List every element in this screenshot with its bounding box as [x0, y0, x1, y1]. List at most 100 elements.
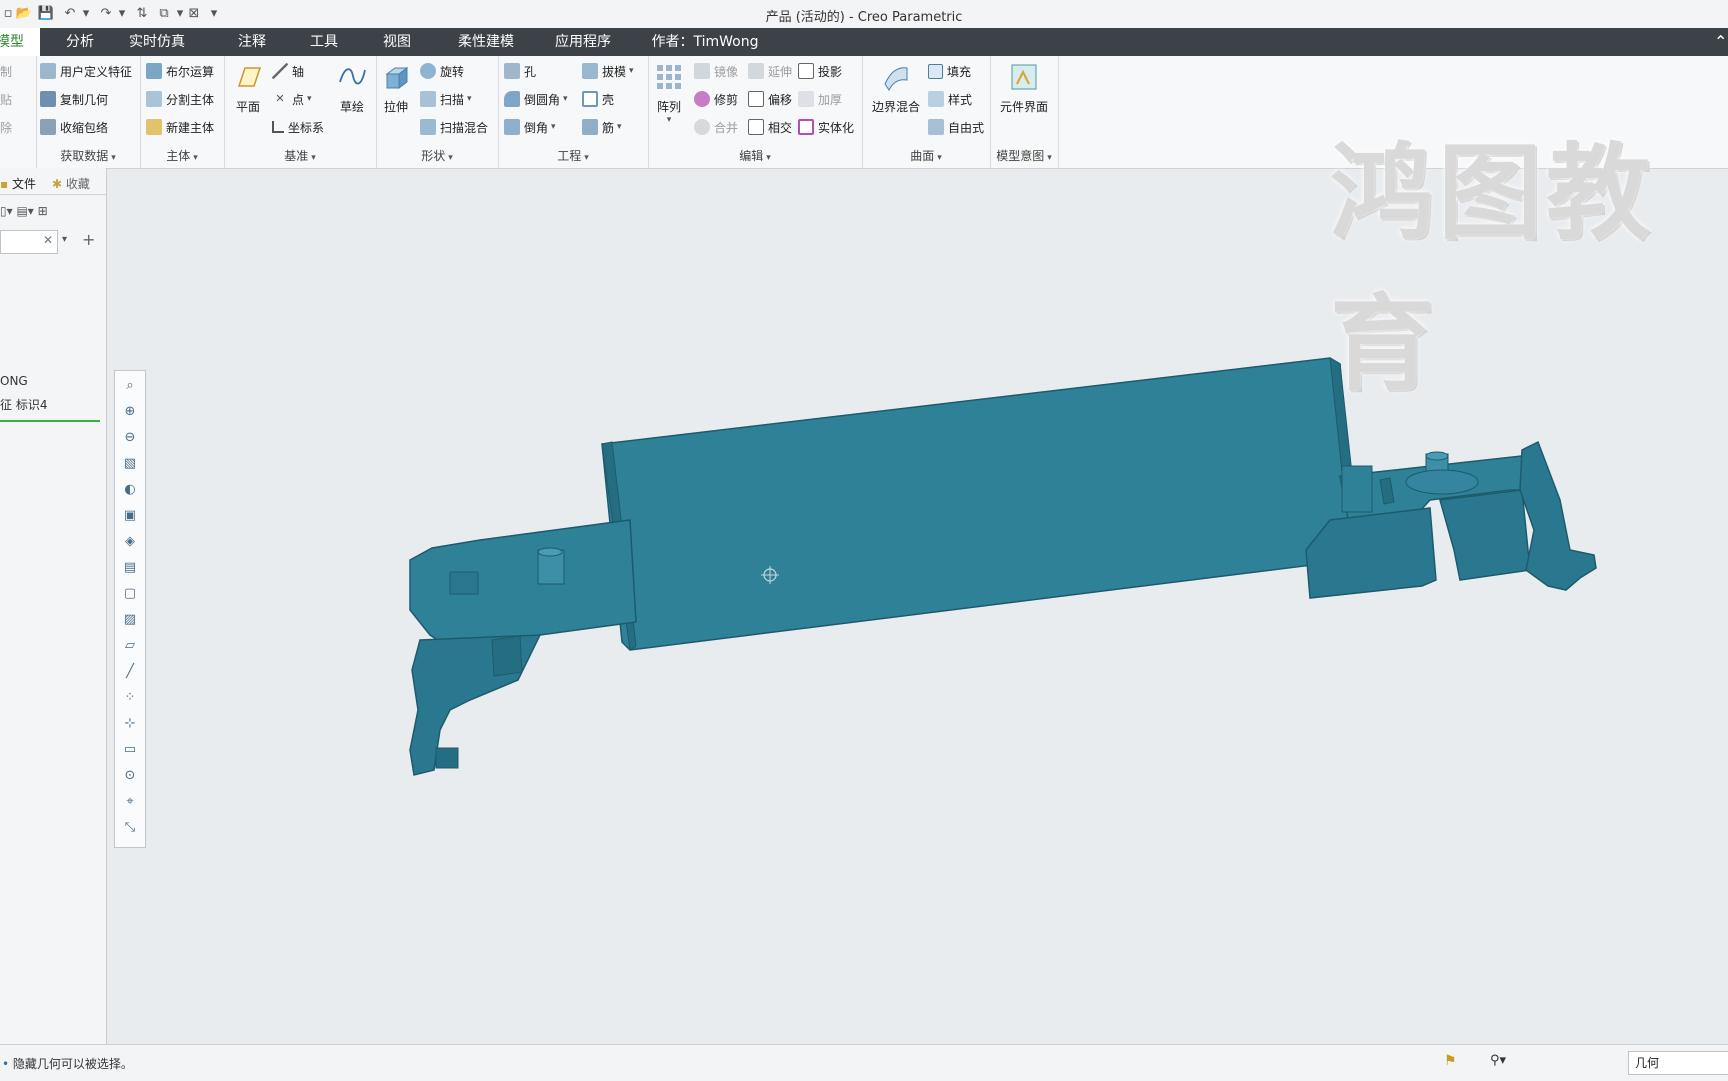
tab-live-simulation[interactable]: 实时仿真 — [122, 28, 192, 56]
project-button[interactable]: 投影 — [798, 60, 842, 82]
extend-icon — [748, 63, 764, 79]
window-title: 产品 (活动的) - Creo Parametric — [765, 10, 963, 25]
axis-display-icon[interactable]: ╱ — [121, 663, 139, 681]
zoom-in-icon[interactable]: ⊕ — [121, 403, 139, 421]
offset-button[interactable]: 偏移 — [748, 88, 792, 110]
tab-author[interactable]: 作者：TimWong — [650, 28, 760, 56]
round-button[interactable]: 倒圆角 ▾ — [504, 88, 568, 110]
shrinkwrap-icon — [40, 119, 56, 135]
point-display-icon[interactable]: ⁘ — [121, 689, 139, 707]
tree-settings-icon[interactable]: ▯▾ ▤▾ ⊞ — [0, 204, 48, 218]
tab-analysis[interactable]: 分析 — [58, 28, 102, 56]
surfaces-group-label[interactable]: 曲面 ▾ — [862, 147, 990, 164]
axis-button[interactable]: 轴 — [272, 60, 304, 82]
model-left-bracket — [409, 519, 637, 649]
shapes-group-label[interactable]: 形状 ▾ — [376, 147, 498, 164]
insert-here-marker[interactable] — [0, 420, 100, 422]
spin-center-icon[interactable]: ◐ — [121, 481, 139, 499]
extrude-button[interactable]: 拉伸 — [378, 62, 414, 115]
model-intent-group-label[interactable]: 模型意图 ▾ — [990, 147, 1058, 164]
tab-view[interactable]: 视图 — [375, 28, 419, 56]
fill-button[interactable]: 填充 — [928, 60, 971, 82]
swept-blend-button[interactable]: 扫描混合 — [420, 116, 488, 138]
saved-orientations-icon[interactable]: ◈ — [121, 533, 139, 551]
chamfer-button[interactable]: 倒角 ▾ — [504, 116, 556, 138]
sweep-button[interactable]: 扫描 ▾ — [420, 88, 472, 110]
hole-button[interactable]: 孔 — [504, 60, 536, 82]
tab-tools[interactable]: 工具 — [302, 28, 346, 56]
style-button[interactable]: 样式 — [928, 88, 972, 110]
mirror-button[interactable]: 镜像 — [694, 60, 738, 82]
get-data-group-label[interactable]: 获取数据 ▾ — [36, 147, 140, 164]
body-group-label[interactable]: 主体 ▾ — [140, 147, 224, 164]
intersect-button[interactable]: 相交 — [748, 116, 792, 138]
trim-button[interactable]: 修剪 — [694, 88, 738, 110]
merge-button[interactable]: 合并 — [694, 116, 738, 138]
rib-button[interactable]: 筋 ▾ — [582, 116, 622, 138]
draft-button[interactable]: 拔模 ▾ — [582, 60, 634, 82]
flag-icon[interactable]: ⚑ — [1444, 1053, 1457, 1069]
boundary-blend-icon — [884, 67, 908, 91]
tab-favorites[interactable]: ✱ 收藏 — [52, 175, 90, 192]
ops-item-1[interactable]: 制 — [0, 60, 12, 82]
zoom-fit-icon[interactable]: ⌕ — [121, 377, 139, 395]
find-icon[interactable]: ⚲▾ — [1490, 1053, 1506, 1068]
copy-geometry-button[interactable]: 复制几何 — [40, 88, 108, 110]
display-style-icon[interactable]: ▣ — [121, 507, 139, 525]
add-icon[interactable]: + — [82, 230, 95, 249]
thicken-button[interactable]: 加厚 — [798, 88, 842, 110]
shrinkwrap-button[interactable]: 收缩包络 — [40, 116, 108, 138]
tree-search-input[interactable]: ✕ — [0, 230, 58, 254]
point-button[interactable]: ✕ 点 ▾ — [272, 88, 311, 110]
tab-file-browser[interactable]: ▪ 文件 — [0, 175, 36, 192]
revolve-button[interactable]: 旋转 — [420, 60, 464, 82]
freestyle-button[interactable]: 自由式 — [928, 116, 984, 138]
plane-display-icon[interactable]: ▱ — [121, 637, 139, 655]
extend-button[interactable]: 延伸 — [748, 60, 792, 82]
sketch-button[interactable]: 草绘 — [334, 62, 370, 115]
tree-item-root[interactable]: ONG — [0, 374, 28, 388]
boolean-operations-button[interactable]: 布尔运算 — [146, 60, 214, 82]
search-dropdown-icon[interactable]: ▾ — [62, 234, 67, 245]
ribbon-collapse-icon[interactable]: ⌃ — [1714, 32, 1728, 52]
selection-filter-select[interactable]: 几何 — [1628, 1051, 1728, 1075]
ops-item-2[interactable]: 贴 — [0, 88, 12, 110]
model-viewport[interactable] — [390, 350, 1610, 780]
tab-annotate[interactable]: 注释 — [230, 28, 274, 56]
editing-group-label[interactable]: 编辑 ▾ — [648, 147, 862, 164]
view-manager-icon[interactable]: ▤ — [121, 559, 139, 577]
tag-display-icon[interactable]: ▭ — [121, 741, 139, 759]
new-body-button[interactable]: 新建主体 — [146, 116, 214, 138]
datum-group-label[interactable]: 基准 ▾ — [224, 147, 376, 164]
annotation-icon[interactable]: ⌖ — [121, 793, 139, 811]
clear-search-icon[interactable]: ✕ — [43, 233, 53, 247]
repaint-icon[interactable]: ▧ — [121, 455, 139, 473]
editing-group: 阵列 ▾ 镜像 修剪 合并 延伸 偏移 相交 投影 加厚 实体化 编辑 ▾ — [648, 56, 863, 168]
annotation-display-icon[interactable]: ▨ — [121, 611, 139, 629]
fill-icon — [928, 63, 943, 79]
section-icon[interactable]: ▢ — [121, 585, 139, 603]
sweep-icon — [420, 91, 436, 107]
shell-button[interactable]: 壳 — [582, 88, 614, 110]
split-body-button[interactable]: 分割主体 — [146, 88, 214, 110]
extrude-icon — [385, 67, 409, 89]
coordinate-system-button[interactable]: 坐标系 — [272, 116, 324, 138]
tab-flexible-modeling[interactable]: 柔性建模 — [446, 28, 526, 56]
zoom-out-icon[interactable]: ⊖ — [121, 429, 139, 447]
pattern-button[interactable]: 阵列 ▾ — [652, 62, 686, 125]
engineering-group-label[interactable]: 工程 ▾ — [498, 147, 648, 164]
spin-center-display-icon[interactable]: ⊙ — [121, 767, 139, 785]
tab-applications[interactable]: 应用程序 — [548, 28, 618, 56]
solidify-button[interactable]: 实体化 — [798, 116, 854, 138]
component-interface-icon — [1011, 64, 1037, 90]
boundary-blend-button[interactable]: 边界混合 — [868, 62, 924, 115]
ops-item-3[interactable]: 除 — [0, 116, 12, 138]
tab-model[interactable]: 模型 — [0, 28, 40, 56]
navigator-tabs: ▪ 文件 ✱ 收藏 — [0, 172, 106, 195]
tree-item-feature[interactable]: 征 标识4 — [0, 396, 47, 413]
component-interface-button[interactable]: 元件界面 — [994, 62, 1054, 115]
csys-display-icon[interactable]: ⊹ — [121, 715, 139, 733]
plane-button[interactable]: 平面 — [230, 62, 266, 115]
reference-icon[interactable]: ⤡ — [121, 819, 139, 837]
user-defined-feature-button[interactable]: 用户定义特征 — [40, 60, 132, 82]
